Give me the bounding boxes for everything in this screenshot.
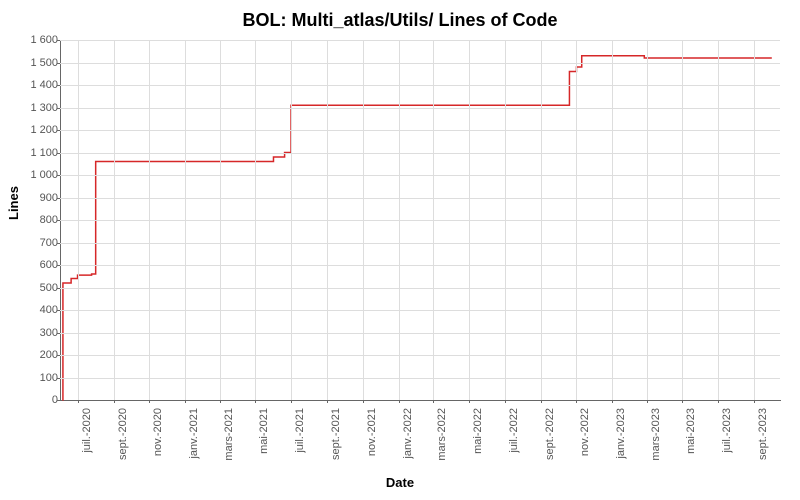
y-tick-label: 200 — [8, 349, 58, 361]
x-tick-label: mai-2023 — [685, 408, 697, 454]
y-tick-label: 1 400 — [8, 79, 58, 91]
x-tick-label: janv.-2021 — [188, 408, 200, 459]
y-tick-label: 100 — [8, 372, 58, 384]
y-tick-label: 1 300 — [8, 102, 58, 114]
y-tick-label: 900 — [8, 192, 58, 204]
x-tick-label: juil.-2023 — [721, 408, 733, 453]
x-axis-label: Date — [0, 475, 800, 490]
x-tick-label: juil.-2021 — [294, 408, 306, 453]
y-tick-label: 800 — [8, 214, 58, 226]
y-tick-label: 600 — [8, 259, 58, 271]
x-tick-label: juil.-2022 — [508, 408, 520, 453]
x-tick-label: mai-2022 — [472, 408, 484, 454]
x-tick-label: janv.-2022 — [402, 408, 414, 459]
x-tick-label: mars-2021 — [223, 408, 235, 461]
chart-title: BOL: Multi_atlas/Utils/ Lines of Code — [0, 10, 800, 31]
chart-container: BOL: Multi_atlas/Utils/ Lines of Code Li… — [0, 0, 800, 500]
x-tick-label: nov.-2020 — [152, 408, 164, 456]
x-tick-label: mars-2022 — [436, 408, 448, 461]
x-tick-label: mai-2021 — [258, 408, 270, 454]
x-tick-label: sept.-2021 — [330, 408, 342, 460]
y-tick-label: 1 200 — [8, 124, 58, 136]
y-tick-label: 700 — [8, 237, 58, 249]
y-tick-label: 1 600 — [8, 34, 58, 46]
x-tick-label: sept.-2023 — [757, 408, 769, 460]
x-tick-label: juil.-2020 — [81, 408, 93, 453]
y-tick-label: 400 — [8, 304, 58, 316]
y-tick-label: 500 — [8, 282, 58, 294]
y-tick-label: 1 000 — [8, 169, 58, 181]
y-tick-label: 1 100 — [8, 147, 58, 159]
x-tick-label: nov.-2021 — [366, 408, 378, 456]
x-tick-label: sept.-2022 — [544, 408, 556, 460]
x-tick-label: janv.-2023 — [615, 408, 627, 459]
x-tick-label: mars-2023 — [650, 408, 662, 461]
y-tick-label: 300 — [8, 327, 58, 339]
x-tick-label: nov.-2022 — [579, 408, 591, 456]
y-tick-label: 0 — [8, 394, 58, 406]
x-tick-label: sept.-2020 — [117, 408, 129, 460]
y-tick-label: 1 500 — [8, 57, 58, 69]
